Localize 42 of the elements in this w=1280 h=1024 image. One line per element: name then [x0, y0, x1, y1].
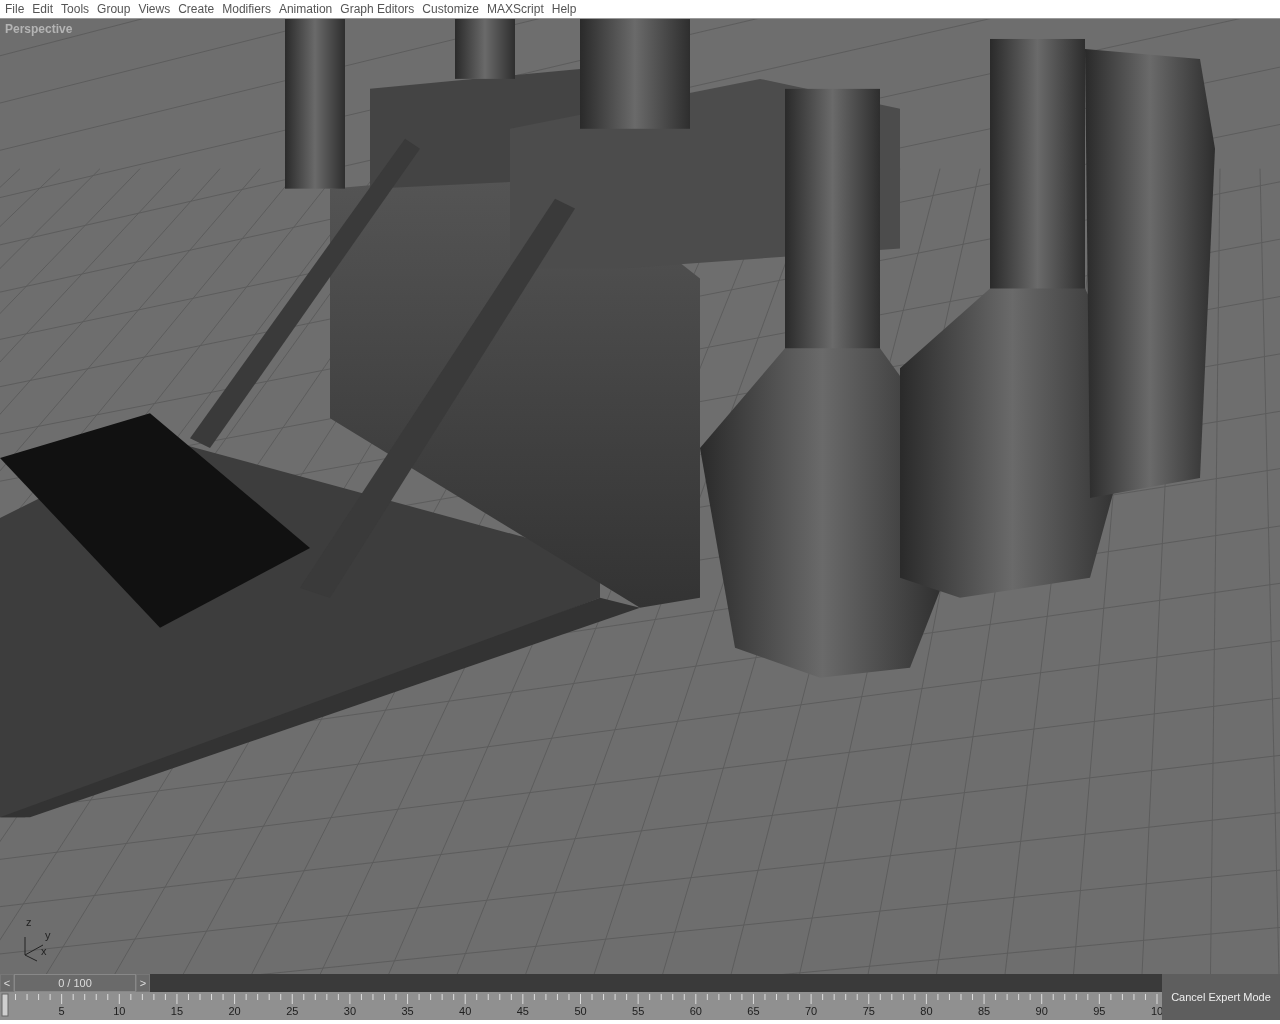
- frame-number: 30: [343, 1005, 356, 1017]
- axis-label: z: [26, 915, 32, 928]
- frame-number: 10: [1150, 1005, 1162, 1017]
- frame-number: 60: [689, 1005, 702, 1017]
- menu-item[interactable]: Edit: [32, 2, 54, 16]
- menu-item[interactable]: Customize: [422, 2, 480, 16]
- frame-number: 80: [920, 1005, 933, 1017]
- frame-number: 40: [459, 1005, 472, 1017]
- frame-number: 75: [862, 1005, 875, 1017]
- track-bar[interactable]: 5 10 15 20 25 30 35 40 45 50 55 60 65 70 75 80 85 90 95 10: [0, 992, 1162, 1020]
- frame-number: 90: [1035, 1005, 1048, 1017]
- frame-number: 85: [977, 1005, 991, 1017]
- axis-label: y: [45, 928, 51, 941]
- frame-number: 70: [804, 1005, 818, 1017]
- frame-number: 10: [113, 1005, 126, 1017]
- axis-tripod-icon: [24, 935, 44, 962]
- axis-label: x: [41, 944, 47, 957]
- menu-item[interactable]: Views: [138, 2, 171, 16]
- menu-item[interactable]: Group: [97, 2, 131, 16]
- menu-item[interactable]: Modifiers: [222, 2, 271, 16]
- frame-number: 65: [747, 1005, 760, 1017]
- frame-number: 15: [170, 1005, 184, 1017]
- time-slider-thumb[interactable]: 0 / 100: [14, 974, 136, 992]
- frame-number: 50: [574, 1005, 587, 1017]
- current-frame-marker[interactable]: [1, 993, 9, 1017]
- menu-item[interactable]: Graph Editors: [340, 2, 415, 16]
- cancel-expert-mode-button[interactable]: Cancel Expert Mode: [1162, 974, 1280, 1020]
- frame-number: 95: [1093, 1005, 1106, 1017]
- menu-item[interactable]: Tools: [61, 2, 90, 16]
- next-frame-button[interactable]: >: [136, 974, 150, 992]
- previous-frame-button[interactable]: <: [0, 974, 14, 992]
- frame-number: 35: [401, 1005, 414, 1017]
- menu-item[interactable]: Animation: [278, 2, 333, 16]
- frame-number: 25: [286, 1005, 299, 1017]
- menu-item[interactable]: File: [5, 2, 25, 16]
- frame-number: 5: [58, 1005, 65, 1017]
- frame-number: 55: [632, 1005, 645, 1017]
- menu-item[interactable]: Help: [551, 2, 577, 16]
- frame-number: 45: [516, 1005, 529, 1017]
- menu-item[interactable]: MAXScript: [487, 2, 544, 16]
- frame-number: 20: [228, 1005, 241, 1017]
- menu-item[interactable]: Create: [178, 2, 215, 16]
